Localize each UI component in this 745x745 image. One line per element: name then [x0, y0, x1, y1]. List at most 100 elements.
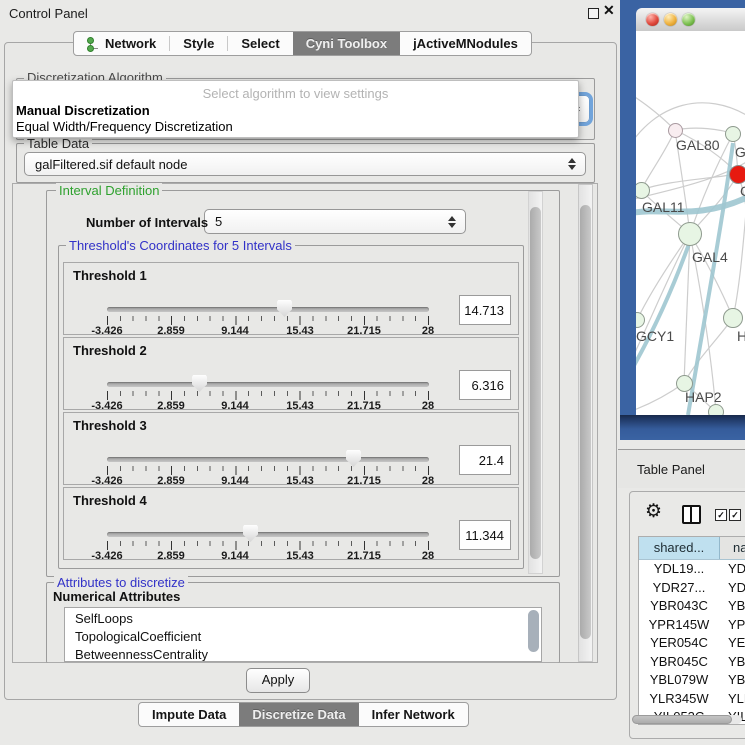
slider-scale: -3.426 2.859 9.144 15.43 21.715 28 [107, 400, 429, 412]
outer-vertical-scrollbar[interactable] [578, 184, 593, 662]
table-row[interactable]: YBR043CYBR0 [639, 597, 745, 616]
number-of-intervals-combobox[interactable]: 5 [204, 209, 466, 234]
table-row[interactable]: YPR145WYPR1 [639, 616, 745, 635]
dropdown-option-equal-width[interactable]: Equal Width/Frequency Discretization [16, 119, 233, 134]
table-data-combobox[interactable]: galFiltered.sif default node [24, 152, 586, 176]
checkbox-icon[interactable]: ✓ [715, 509, 727, 521]
network-window-titlebar[interactable] [636, 8, 745, 32]
numerical-attributes-list[interactable]: SelfLoops TopologicalCoefficient Between… [64, 607, 542, 662]
cell: YER054C [639, 634, 719, 653]
tab-cyni-toolbox[interactable]: Cyni Toolbox [293, 32, 400, 55]
threshold-value-field[interactable]: 21.4 [459, 445, 511, 475]
mac-zoom-button[interactable] [682, 13, 695, 26]
node-label: GAL80 [676, 137, 720, 153]
float-panel-icon[interactable] [588, 8, 599, 19]
table-row[interactable]: YLR345WYLR3 [639, 690, 745, 709]
network-window-frame-bottom [620, 415, 745, 440]
threshold-label: Threshold 1 [73, 268, 147, 283]
tick-label: 15.43 [286, 475, 314, 487]
mac-close-button[interactable] [646, 13, 659, 26]
tab-discretize-data[interactable]: Discretize Data [239, 703, 358, 726]
network-node-gal4[interactable] [678, 222, 702, 246]
table-row[interactable]: YBL079WYBL0 [639, 671, 745, 690]
screen: Control Panel ✕ Network Style Select Cyn… [0, 0, 745, 745]
interval-vertical-scrollbar[interactable] [528, 191, 543, 574]
tab-label: Cyni Toolbox [306, 36, 387, 51]
checkbox-icon[interactable]: ✓ [729, 509, 741, 521]
node-attribute-table[interactable]: shared... na YDL19...YDL1 YDR27...YDR2 Y… [638, 536, 745, 725]
thresholds-group-title: Threshold's Coordinates for 5 Intervals [66, 238, 295, 253]
threshold-value-field[interactable]: 11.344 [459, 520, 511, 550]
tick-label: 21.715 [347, 325, 381, 337]
slider-track[interactable] [107, 457, 429, 462]
tick-label: 15.43 [286, 400, 314, 412]
threshold-value-field[interactable]: 14.713 [459, 295, 511, 325]
table-panel-card: ⚙ ✓ ✓ shared... na YDL19...YDL1 YDR27...… [629, 491, 745, 739]
tick-label: 28 [422, 475, 434, 487]
list-item[interactable]: TopologicalCoefficient [65, 628, 541, 646]
tab-label: Network [105, 36, 156, 51]
list-item[interactable]: BetweennessCentrality [65, 646, 541, 662]
network-node[interactable] [725, 126, 741, 142]
list-item[interactable]: SelfLoops [65, 610, 541, 628]
slider-handle[interactable] [192, 375, 207, 392]
threshold-value-field[interactable]: 6.316 [459, 370, 511, 400]
cyni-mode-tabbar: Impute Data Discretize Data Infer Networ… [138, 702, 469, 727]
scrollbar-thumb[interactable] [632, 715, 732, 724]
network-node-gal80[interactable] [668, 123, 683, 138]
horizontal-scrollbar[interactable] [632, 715, 742, 724]
slider-handle[interactable] [346, 450, 361, 467]
split-columns-icon[interactable] [682, 505, 701, 524]
slider-scale: -3.426 2.859 9.144 15.43 21.715 28 [107, 550, 429, 562]
table-row[interactable]: YBR045CYBR0 [639, 653, 745, 672]
tab-select[interactable]: Select [228, 32, 292, 55]
tab-label: jActiveMNodules [413, 36, 518, 51]
tick-label: 2.859 [157, 325, 185, 337]
column-header-name[interactable]: na [720, 537, 745, 559]
control-panel-tabbar: Network Style Select Cyni Toolbox jActiv… [73, 31, 532, 56]
combo-arrows-icon [447, 216, 456, 228]
dropdown-option-manual[interactable]: Manual Discretization [16, 103, 150, 118]
close-panel-icon[interactable]: ✕ [603, 2, 615, 19]
network-node-selected[interactable] [729, 165, 745, 184]
table-row[interactable]: YDL19...YDL1 [639, 560, 745, 579]
tick-label: 9.144 [221, 550, 249, 562]
network-view[interactable]: GAL80 GA C GAL11 GAL4 GCY1 H HAP2 [636, 31, 745, 415]
list-scrollbar[interactable] [528, 610, 539, 652]
slider-handle[interactable] [277, 300, 292, 317]
slider-track[interactable] [107, 382, 429, 387]
node-label: HAP2 [685, 389, 722, 405]
slider-handle[interactable] [243, 525, 258, 542]
apply-button[interactable]: Apply [246, 668, 310, 693]
cell: YDR2 [719, 579, 745, 598]
cell: YBR0 [719, 653, 745, 672]
scrollbar-thumb[interactable] [580, 205, 591, 639]
cell: YBR045C [639, 653, 719, 672]
table-row[interactable]: YDR27...YDR2 [639, 579, 745, 598]
tab-network[interactable]: Network [74, 32, 169, 55]
slider-track[interactable] [107, 307, 429, 312]
node-label: GAL4 [692, 249, 728, 265]
slider-track[interactable] [107, 532, 429, 537]
network-node[interactable] [708, 404, 724, 415]
mac-minimize-button[interactable] [664, 13, 677, 26]
network-node[interactable] [723, 308, 743, 328]
tab-jactivemnodules[interactable]: jActiveMNodules [400, 32, 531, 55]
scrollbar-thumb[interactable] [530, 207, 541, 559]
tab-label: Infer Network [372, 707, 455, 722]
gear-icon[interactable]: ⚙ [645, 500, 662, 523]
cell: YBR043C [639, 597, 719, 616]
threshold-panel-1: Threshold 1 -3.426 2.859 9.144 15.43 21.… [63, 262, 519, 335]
table-row[interactable]: YER054CYER0 [639, 634, 745, 653]
control-panel-title: Control Panel [9, 6, 88, 21]
cell: YDL1 [719, 560, 745, 579]
tab-infer-network[interactable]: Infer Network [359, 703, 468, 726]
cell: YER0 [719, 634, 745, 653]
column-header-shared-name[interactable]: shared... [639, 537, 720, 559]
tab-style[interactable]: Style [170, 32, 227, 55]
tab-impute-data[interactable]: Impute Data [139, 703, 239, 726]
tick-label: 9.144 [221, 400, 249, 412]
table-panel-titlebar: Table Panel [618, 449, 745, 488]
tick-label: -3.426 [91, 325, 122, 337]
network-node-gal11[interactable] [636, 182, 650, 199]
